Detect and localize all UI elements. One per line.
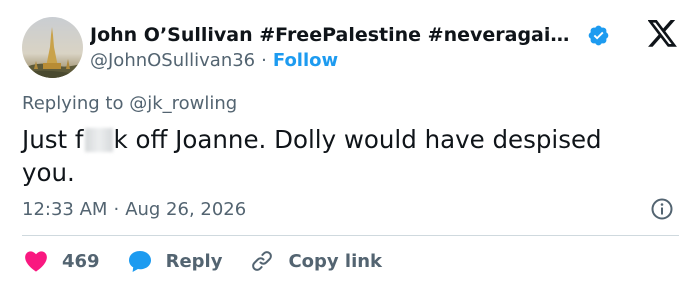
reply-label: Reply [165,250,223,272]
author-handle[interactable]: @JohnOSullivan36 [90,50,255,71]
action-bar: 469 Reply Copy link [24,247,382,275]
tweet-time: 12:33 AM [22,198,108,220]
reply-button[interactable]: Reply [128,250,223,273]
tweet-date: Aug 26, 2026 [125,198,247,220]
follow-button[interactable]: Follow [273,50,338,71]
date-separator: · [113,198,120,220]
x-logo-icon[interactable] [648,20,678,47]
verified-badge-icon [588,25,609,45]
heart-icon [25,251,47,272]
author-handle-row: @JohnOSullivan36 · Follow [90,48,338,72]
author-name-row: John O’Sullivan #FreePalestine #neveraga… [90,22,610,48]
tweet-text: Just fk off Joanne. Dolly would have des… [22,123,662,189]
like-button[interactable]: 469 [24,250,100,272]
separator-dot: · [261,49,267,71]
copy-link-button[interactable]: Copy link [250,249,382,273]
tweet-text-part-1: Just f [22,125,84,154]
copy-link-label: Copy link [288,250,383,272]
speech-bubble-icon [128,250,151,272]
info-icon[interactable] [650,197,674,221]
replying-to[interactable]: Replying to @jk_rowling [22,93,237,114]
avatar[interactable] [22,17,83,78]
divider [22,235,679,236]
tweet-timestamp[interactable]: 12:33 AM · Aug 26, 2026 [22,196,246,222]
like-count: 469 [62,250,100,272]
censor-blur [84,128,113,152]
link-icon [252,251,273,271]
author-display-name[interactable]: John O’Sullivan #FreePalestine #neveraga… [90,24,580,46]
